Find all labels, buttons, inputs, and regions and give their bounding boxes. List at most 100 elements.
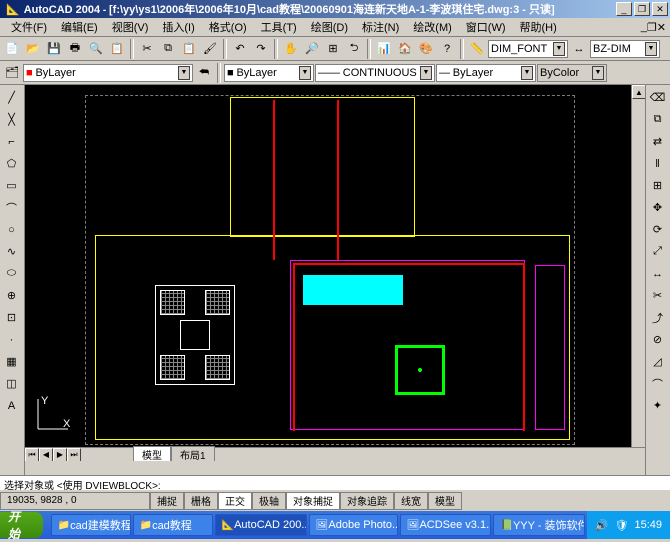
publish-icon[interactable]: 📋 bbox=[107, 39, 127, 59]
block-icon[interactable]: ⊡ bbox=[1, 307, 22, 328]
vertical-scrollbar[interactable]: ▲▼ bbox=[631, 85, 645, 461]
explode-icon[interactable]: ✦ bbox=[647, 395, 668, 416]
break-icon[interactable]: ⊘ bbox=[647, 329, 668, 350]
cut-icon[interactable]: ✂ bbox=[137, 39, 157, 59]
menu-tools[interactable]: 工具(T) bbox=[254, 17, 304, 37]
line-icon[interactable]: ╱ bbox=[1, 87, 22, 108]
preview-icon[interactable]: 🔍 bbox=[86, 39, 106, 59]
dimstyle-icon[interactable]: 📏 bbox=[467, 39, 487, 59]
new-icon[interactable]: 📄 bbox=[2, 39, 22, 59]
undo-icon[interactable]: ↶ bbox=[230, 39, 250, 59]
maximize-button[interactable]: ❐ bbox=[634, 2, 650, 16]
menu-view[interactable]: 视图(V) bbox=[105, 17, 156, 37]
xline-icon[interactable]: ╳ bbox=[1, 109, 22, 130]
linetype-combo[interactable]: —— CONTINUOUS▼ bbox=[315, 64, 435, 82]
tray-icon[interactable]: 🛡 bbox=[615, 519, 629, 532]
tray-icon[interactable]: 🔊 bbox=[595, 519, 609, 532]
drawing-canvas[interactable]: YX ▲▼ ⏮ ◀ ▶ ⏭ 模型 布局1 bbox=[25, 85, 645, 475]
text-icon[interactable]: A bbox=[1, 395, 22, 416]
color-combo[interactable]: ■ ByLayer▼ bbox=[224, 64, 314, 82]
lwt-toggle[interactable]: 线宽 bbox=[394, 492, 428, 510]
zoom-win-icon[interactable]: ⊞ bbox=[323, 39, 343, 59]
mirror-icon[interactable]: ⇄ bbox=[647, 131, 668, 152]
menu-insert[interactable]: 插入(I) bbox=[155, 17, 201, 37]
rotate-icon[interactable]: ⟳ bbox=[647, 219, 668, 240]
otrack-toggle[interactable]: 对象追踪 bbox=[340, 492, 394, 510]
insert-icon[interactable]: ⊕ bbox=[1, 285, 22, 306]
pline-icon[interactable]: ⌐ bbox=[1, 131, 22, 152]
fillet-icon[interactable]: ⌒ bbox=[647, 373, 668, 394]
stretch-icon[interactable]: ↔ bbox=[647, 263, 668, 284]
erase-icon[interactable]: ⌫ bbox=[647, 87, 668, 108]
trim-icon[interactable]: ✂ bbox=[647, 285, 668, 306]
menu-draw[interactable]: 绘图(D) bbox=[304, 17, 355, 37]
menu-window[interactable]: 窗口(W) bbox=[459, 17, 513, 37]
menu-edit[interactable]: 编辑(E) bbox=[54, 17, 105, 37]
arc-icon[interactable]: ⌒ bbox=[1, 197, 22, 218]
match-icon[interactable]: 🖌 bbox=[200, 39, 220, 59]
dcenter-icon[interactable]: 🏠 bbox=[395, 39, 415, 59]
region-icon[interactable]: ◫ bbox=[1, 373, 22, 394]
array-icon[interactable]: ⊞ bbox=[647, 175, 668, 196]
doc-close-button[interactable]: ✕ bbox=[657, 21, 666, 34]
props-icon[interactable]: 📊 bbox=[374, 39, 394, 59]
scale-icon[interactable]: ⤢ bbox=[647, 241, 668, 262]
layer-mgr-icon[interactable]: 🗂 bbox=[2, 63, 22, 83]
print-icon[interactable]: 🖶 bbox=[65, 39, 85, 59]
redo-icon[interactable]: ↷ bbox=[251, 39, 271, 59]
lineweight-combo[interactable]: — ByLayer▼ bbox=[436, 64, 536, 82]
zoom-prev-icon[interactable]: ⮌ bbox=[344, 39, 364, 59]
toolpal-icon[interactable]: 🎨 bbox=[416, 39, 436, 59]
ortho-toggle[interactable]: 正交 bbox=[218, 492, 252, 510]
task-item[interactable]: 🖼 ACDSee v3.1... bbox=[400, 514, 492, 536]
menu-help[interactable]: 帮助(H) bbox=[513, 17, 564, 37]
menu-modify[interactable]: 绘改(M) bbox=[406, 17, 459, 37]
menu-file[interactable]: 文件(F) bbox=[4, 17, 54, 37]
task-item[interactable]: 📁 cad教程 bbox=[133, 514, 213, 536]
tab-prev-button[interactable]: ◀ bbox=[39, 448, 53, 462]
zoom-rt-icon[interactable]: 🔎 bbox=[302, 39, 322, 59]
copy-obj-icon[interactable]: ⧉ bbox=[647, 109, 668, 130]
tab-last-button[interactable]: ⏭ bbox=[67, 448, 81, 462]
close-button[interactable]: ✕ bbox=[652, 2, 668, 16]
tab-first-button[interactable]: ⏮ bbox=[25, 448, 39, 462]
plotstyle-combo[interactable]: ByColor▼ bbox=[537, 64, 607, 82]
paste-icon[interactable]: 📋 bbox=[179, 39, 199, 59]
osnap-toggle[interactable]: 对象捕捉 bbox=[286, 492, 340, 510]
help-icon[interactable]: ? bbox=[437, 39, 457, 59]
open-icon[interactable]: 📂 bbox=[23, 39, 43, 59]
menu-format[interactable]: 格式(O) bbox=[202, 17, 254, 37]
task-item[interactable]: 📗 YYY - 装饰软件 bbox=[493, 514, 584, 536]
pan-icon[interactable]: ✋ bbox=[281, 39, 301, 59]
model-toggle[interactable]: 模型 bbox=[428, 492, 462, 510]
polygon-icon[interactable]: ⬠ bbox=[1, 153, 22, 174]
save-icon[interactable]: 💾 bbox=[44, 39, 64, 59]
offset-icon[interactable]: ‖ bbox=[647, 153, 668, 174]
doc-restore-button[interactable]: ❐ bbox=[647, 21, 657, 34]
ellipse-icon[interactable]: ⬭ bbox=[1, 263, 22, 284]
grid-toggle[interactable]: 栅格 bbox=[184, 492, 218, 510]
spline-icon[interactable]: ∿ bbox=[1, 241, 22, 262]
tab-next-button[interactable]: ▶ bbox=[53, 448, 67, 462]
point-icon[interactable]: · bbox=[1, 329, 22, 350]
dimstyle2-combo[interactable]: BZ-DIM▼ bbox=[590, 40, 660, 58]
menu-dim[interactable]: 标注(N) bbox=[355, 17, 406, 37]
command-line[interactable]: 选择对象或 <使用 DVIEWBLOCK>: bbox=[0, 475, 670, 489]
move-icon[interactable]: ✥ bbox=[647, 197, 668, 218]
task-item[interactable]: 📐 AutoCAD 200... bbox=[215, 514, 307, 536]
dim-tool-icon[interactable]: ↔ bbox=[569, 39, 589, 59]
layer-prev-icon[interactable]: ⮪ bbox=[194, 63, 214, 83]
task-item[interactable]: 🖼 Adobe Photo... bbox=[309, 514, 398, 536]
rect-icon[interactable]: ▭ bbox=[1, 175, 22, 196]
polar-toggle[interactable]: 极轴 bbox=[252, 492, 286, 510]
extend-icon[interactable]: ⤴ bbox=[647, 307, 668, 328]
task-item[interactable]: 📁 cad建模教程 bbox=[51, 514, 131, 536]
system-tray[interactable]: 🔊 🛡 15:49 bbox=[587, 511, 670, 539]
start-button[interactable]: 开始 bbox=[0, 512, 43, 538]
layer-combo[interactable]: ■ ByLayer▼ bbox=[23, 64, 193, 82]
dimstyle-combo[interactable]: DIM_FONT▼ bbox=[488, 40, 568, 58]
snap-toggle[interactable]: 捕捉 bbox=[150, 492, 184, 510]
copy-icon[interactable]: ⧉ bbox=[158, 39, 178, 59]
minimize-button[interactable]: _ bbox=[616, 2, 632, 16]
chamfer-icon[interactable]: ◿ bbox=[647, 351, 668, 372]
